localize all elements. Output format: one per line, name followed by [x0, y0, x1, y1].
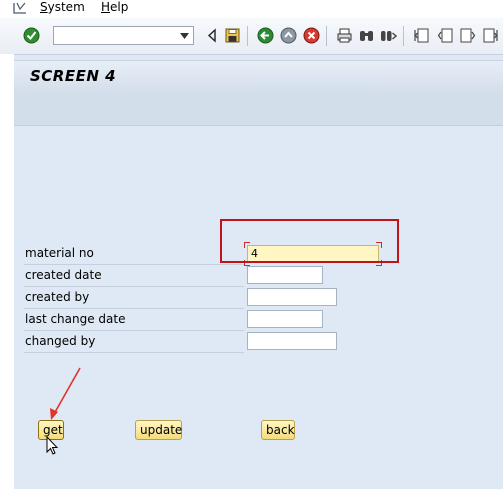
menu-help[interactable]: Help: [101, 0, 128, 15]
binoculars-icon[interactable]: [358, 27, 375, 44]
back-triangle-icon[interactable]: [204, 27, 221, 44]
command-input[interactable]: [56, 28, 174, 43]
row-changed-by: changed by: [24, 331, 244, 353]
row-created-by: created by: [24, 287, 244, 309]
menu-help-mnemonic: H: [101, 0, 111, 14]
chevron-down-icon[interactable]: [180, 33, 189, 39]
row-last-change-date: last change date: [24, 309, 244, 331]
printer-icon[interactable]: [336, 27, 353, 44]
first-page-icon[interactable]: [413, 27, 430, 44]
toolbar-separator: [247, 26, 248, 46]
created-date-input[interactable]: [247, 266, 323, 284]
mouse-pointer-icon: [46, 436, 59, 455]
cancel-icon[interactable]: [303, 27, 320, 44]
prev-page-icon[interactable]: [437, 27, 454, 44]
annotation-highlight-box: [220, 219, 399, 263]
menu-system-label: ystem: [47, 0, 85, 14]
next-page-icon[interactable]: [459, 27, 476, 44]
standard-toolbar: [0, 18, 503, 55]
menu-system[interactable]: System: [40, 0, 85, 15]
application-toolbar: [14, 92, 503, 126]
label-changed-by: changed by: [25, 334, 96, 348]
toolbar-separator: [326, 26, 327, 46]
label-created-date: created date: [25, 268, 102, 282]
created-by-input[interactable]: [247, 288, 337, 306]
update-button[interactable]: update: [135, 420, 182, 440]
exit-icon[interactable]: [280, 27, 297, 44]
find-next-icon[interactable]: [380, 27, 397, 44]
last-page-icon[interactable]: [482, 27, 499, 44]
sap-logo-icon[interactable]: [12, 1, 28, 15]
green-back-icon[interactable]: [257, 27, 274, 44]
changed-by-input[interactable]: [247, 332, 337, 350]
label-created-by: created by: [25, 290, 90, 304]
menu-bar: System Help: [0, 0, 503, 18]
menu-system-mnemonic: S: [40, 0, 48, 14]
label-last-change-date: last change date: [25, 312, 126, 326]
label-material-no: material no: [25, 246, 94, 260]
menu-help-label: elp: [110, 0, 129, 14]
row-created-date: created date: [24, 265, 244, 287]
left-frame: [0, 54, 14, 489]
back-button[interactable]: back: [261, 420, 295, 440]
title-bar: SCREEN 4: [14, 60, 503, 93]
toolbar-separator: [403, 26, 404, 46]
green-check-icon[interactable]: [23, 27, 40, 44]
command-field[interactable]: [53, 26, 194, 45]
page-title: SCREEN 4: [30, 67, 117, 85]
last-change-date-input[interactable]: [247, 310, 323, 328]
floppy-disk-icon[interactable]: [224, 27, 241, 44]
row-material-no: material no: [24, 243, 244, 265]
